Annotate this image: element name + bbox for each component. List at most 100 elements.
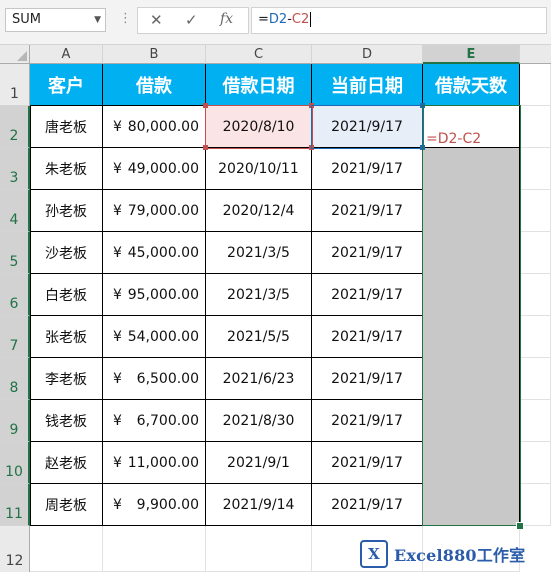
- cell-current-date[interactable]: 2021/9/17: [312, 148, 423, 190]
- cell-amount[interactable]: ¥79,000.00: [103, 190, 206, 232]
- header-customer[interactable]: 客户: [30, 64, 103, 106]
- formula-ref-d2: D2: [268, 12, 288, 27]
- cell-customer[interactable]: 朱老板: [30, 148, 103, 190]
- cell-current-date[interactable]: 2021/9/17: [312, 316, 423, 358]
- column-header-d[interactable]: D: [312, 45, 423, 64]
- cell-customer[interactable]: 白老板: [30, 274, 103, 316]
- cell-amount[interactable]: ¥95,000.00: [103, 274, 206, 316]
- cell-current-date[interactable]: 2021/9/17: [312, 400, 423, 442]
- x-icon[interactable]: ✕: [150, 11, 163, 29]
- formula-ref-c2: C2: [291, 12, 310, 27]
- cell-loan-date[interactable]: 2020/12/4: [206, 190, 312, 232]
- cell-customer[interactable]: 唐老板: [30, 106, 103, 148]
- cell-customer[interactable]: 钱老板: [30, 400, 103, 442]
- empty-cell[interactable]: [520, 106, 551, 148]
- column-header-a[interactable]: A: [30, 45, 103, 64]
- row-header-5[interactable]: 5: [0, 232, 30, 274]
- name-box-value: SUM: [12, 12, 41, 27]
- row-header-1[interactable]: 1: [0, 64, 30, 106]
- select-all-corner[interactable]: [0, 45, 30, 64]
- empty-cell[interactable]: [520, 400, 551, 442]
- cell-current-date[interactable]: 2021/9/17: [312, 484, 423, 526]
- formula-input[interactable]: =D2-C2: [251, 7, 547, 34]
- cell-loan-date[interactable]: 2021/3/5: [206, 232, 312, 274]
- cell-amount[interactable]: ¥54,000.00: [103, 316, 206, 358]
- vertical-dots-icon[interactable]: ⋮: [119, 11, 132, 26]
- reference-handle[interactable]: [203, 103, 208, 108]
- row-header-7[interactable]: 7: [0, 316, 30, 358]
- header-loan-days[interactable]: 借款天数: [423, 64, 520, 106]
- empty-cell[interactable]: [520, 64, 551, 106]
- cell-amount[interactable]: ¥80,000.00: [103, 106, 206, 148]
- column-header-b[interactable]: B: [103, 45, 206, 64]
- cell-editing-formula: =D2-C2: [426, 131, 482, 147]
- cell-customer[interactable]: 张老板: [30, 316, 103, 358]
- row-header-6[interactable]: 6: [0, 274, 30, 316]
- header-current-date[interactable]: 当前日期: [312, 64, 423, 106]
- row-header-4[interactable]: 4: [0, 190, 30, 232]
- reference-highlight-c2: [205, 105, 313, 149]
- cell-loan-date[interactable]: 2021/6/23: [206, 358, 312, 400]
- column-header-f[interactable]: [520, 45, 551, 64]
- fill-handle[interactable]: [516, 522, 524, 530]
- watermark-logo: X Excel880工作室: [360, 537, 548, 571]
- empty-cell[interactable]: [520, 148, 551, 190]
- row-header-11[interactable]: 11: [0, 484, 30, 526]
- empty-cell[interactable]: [520, 232, 551, 274]
- empty-cell[interactable]: [103, 526, 206, 572]
- row-header-2[interactable]: 2: [0, 106, 30, 148]
- cell-loan-date[interactable]: 2020/10/11: [206, 148, 312, 190]
- cell-loan-date[interactable]: 2021/9/1: [206, 442, 312, 484]
- row-header-3[interactable]: 3: [0, 148, 30, 190]
- row-header-8[interactable]: 8: [0, 358, 30, 400]
- reference-handle[interactable]: [203, 145, 208, 150]
- cell-customer[interactable]: 周老板: [30, 484, 103, 526]
- cell-customer[interactable]: 孙老板: [30, 190, 103, 232]
- fx-icon[interactable]: fx: [220, 11, 233, 27]
- empty-cell[interactable]: [206, 526, 312, 572]
- cell-amount[interactable]: ¥45,000.00: [103, 232, 206, 274]
- empty-cell[interactable]: [520, 358, 551, 400]
- name-box[interactable]: SUM ▼: [5, 8, 106, 32]
- cell-current-date[interactable]: 2021/9/17: [312, 190, 423, 232]
- row-header-9[interactable]: 9: [0, 400, 30, 442]
- cell-current-date[interactable]: 2021/9/17: [312, 358, 423, 400]
- cell-amount[interactable]: ¥49,000.00: [103, 148, 206, 190]
- selection-border: [422, 105, 521, 526]
- empty-cell[interactable]: [520, 316, 551, 358]
- row-header-10[interactable]: 10: [0, 442, 30, 484]
- cell-loan-date[interactable]: 2021/8/30: [206, 400, 312, 442]
- column-header-c[interactable]: C: [206, 45, 312, 64]
- spreadsheet-grid: A B C D E 1 2 3 4 5 6 7 8 9 10 11 12 客户 …: [0, 45, 551, 572]
- cell-customer[interactable]: 李老板: [30, 358, 103, 400]
- empty-cell[interactable]: [30, 526, 103, 572]
- cell-customer[interactable]: 沙老板: [30, 232, 103, 274]
- cell-amount[interactable]: ¥6,500.00: [103, 358, 206, 400]
- formula-buttons: ✕ ✓ fx: [137, 7, 249, 34]
- header-loan-date[interactable]: 借款日期: [206, 64, 312, 106]
- header-amount[interactable]: 借款: [103, 64, 206, 106]
- cell-current-date[interactable]: 2021/9/17: [312, 232, 423, 274]
- cell-customer[interactable]: 赵老板: [30, 442, 103, 484]
- cell-amount[interactable]: ¥9,900.00: [103, 484, 206, 526]
- empty-cell[interactable]: [520, 190, 551, 232]
- cell-loan-date[interactable]: 2021/3/5: [206, 274, 312, 316]
- cell-amount[interactable]: ¥6,700.00: [103, 400, 206, 442]
- cell-current-date[interactable]: 2021/9/17: [312, 442, 423, 484]
- chevron-down-icon[interactable]: ▼: [94, 9, 101, 31]
- text-caret: [310, 12, 312, 27]
- formula-prefix: =: [258, 12, 269, 27]
- checkmark-icon[interactable]: ✓: [185, 11, 198, 29]
- empty-cell[interactable]: [520, 274, 551, 316]
- formula-bar-area: SUM ▼ ⋮ ✕ ✓ fx =D2-C2: [0, 0, 551, 45]
- cell-loan-date[interactable]: 2021/5/5: [206, 316, 312, 358]
- logo-icon: X: [360, 540, 388, 568]
- cell-current-date[interactable]: 2021/9/17: [312, 274, 423, 316]
- cell-amount[interactable]: ¥11,000.00: [103, 442, 206, 484]
- column-header-e[interactable]: E: [423, 45, 520, 64]
- empty-cell[interactable]: [520, 442, 551, 484]
- empty-cell[interactable]: [520, 484, 551, 526]
- row-header-12[interactable]: 12: [0, 526, 30, 572]
- logo-text: Excel880工作室: [394, 546, 526, 565]
- cell-loan-date[interactable]: 2021/9/14: [206, 484, 312, 526]
